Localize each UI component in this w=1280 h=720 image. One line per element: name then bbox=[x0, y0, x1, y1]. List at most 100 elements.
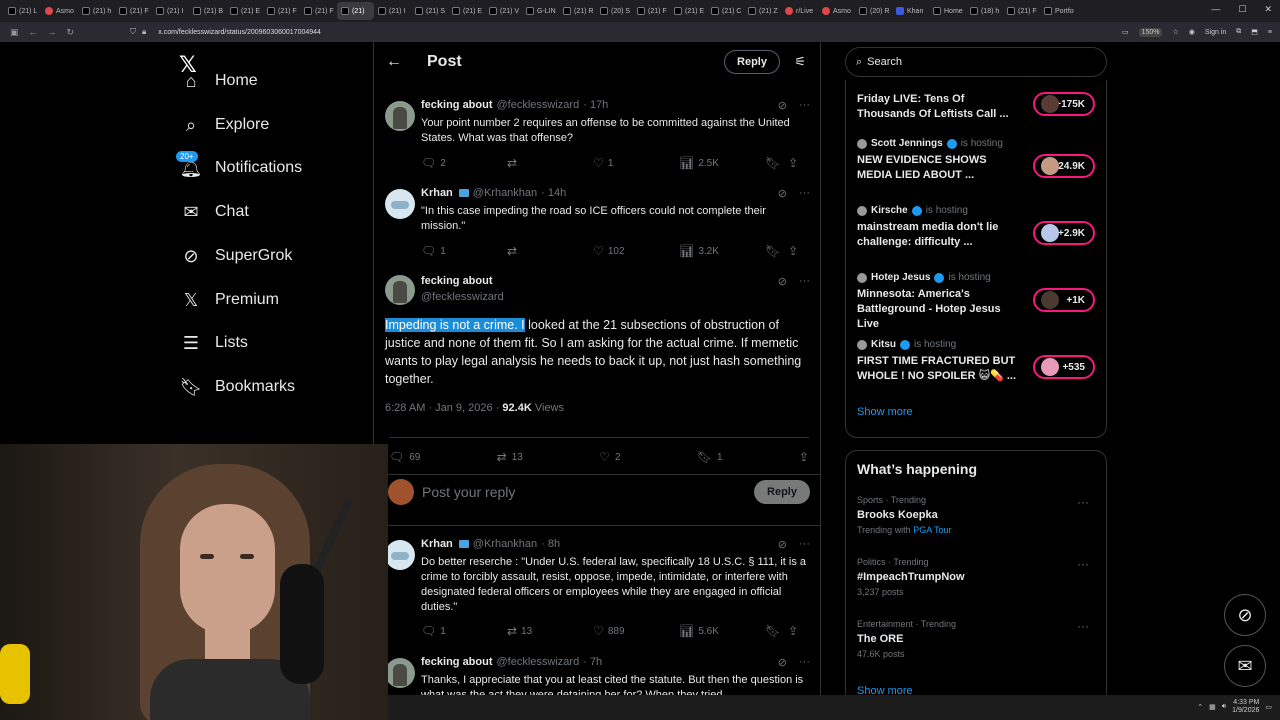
browser-tab[interactable]: (20) R bbox=[855, 2, 892, 20]
avatar[interactable] bbox=[385, 658, 415, 688]
bookmark-action[interactable]: 🔖︎ bbox=[765, 156, 788, 170]
sidebar-toggle-icon[interactable]: ▣ bbox=[10, 27, 19, 38]
views-action[interactable]: 📊︎ 5.6K bbox=[679, 624, 765, 638]
notification-icon[interactable]: ▭ bbox=[1265, 703, 1272, 711]
browser-tab[interactable]: (21) I bbox=[374, 2, 411, 20]
url-field[interactable]: x.com/fecklesswizard/status/200960306001… bbox=[158, 29, 321, 36]
trend-item[interactable]: Sports · Trending Brooks Koepka Trending w… bbox=[857, 495, 1097, 535]
tweet-timestamp[interactable]: 6:28 AM · Jan 9, 2026 · bbox=[385, 402, 502, 414]
more-icon[interactable]: ··· bbox=[1077, 619, 1089, 633]
share-action[interactable]: ⇪ bbox=[799, 438, 809, 464]
reply-action[interactable]: 🗨︎ 2 bbox=[421, 156, 507, 170]
repost-action[interactable]: ⇄ 13 bbox=[507, 624, 593, 638]
browser-tab[interactable]: (21) E bbox=[670, 2, 707, 20]
listener-count-pill[interactable]: +1K bbox=[1033, 288, 1095, 312]
host-name[interactable]: Scott Jennings bbox=[871, 138, 943, 149]
tweet-time[interactable]: · 17h bbox=[583, 99, 608, 111]
browser-tab[interactable]: (21) V bbox=[485, 2, 522, 20]
listener-count-pill[interactable]: +535 bbox=[1033, 355, 1095, 379]
search-box[interactable]: ⌕ Search bbox=[845, 47, 1107, 77]
more-icon[interactable]: ··· bbox=[799, 99, 810, 112]
search-input[interactable]: Search bbox=[867, 56, 902, 68]
bookmark-action[interactable]: 🔖︎ bbox=[765, 244, 788, 258]
browser-tab[interactable]: (21) F bbox=[115, 2, 152, 20]
bookmark-action[interactable]: 🔖︎ 1 bbox=[697, 438, 723, 464]
nav-item-supergrok[interactable]: ⊘ SuperGrok bbox=[180, 241, 292, 271]
show-more-link[interactable]: Show more bbox=[857, 406, 913, 418]
zoom-level[interactable]: 150% bbox=[1138, 27, 1163, 37]
listener-count-pill[interactable]: +24.9K bbox=[1033, 154, 1095, 178]
more-icon[interactable]: ··· bbox=[1077, 557, 1089, 571]
reply-action[interactable]: 🗨︎ 1 bbox=[421, 624, 507, 638]
nav-item-lists[interactable]: ☰ Lists bbox=[180, 328, 248, 358]
live-space[interactable]: Kitsu is hosting FIRST TIME FRACTURED BUT … bbox=[857, 339, 1097, 384]
star-icon[interactable]: ☆ bbox=[1172, 28, 1178, 36]
messages-button[interactable]: ✉ bbox=[1224, 645, 1266, 687]
reload-icon[interactable]: ↻ bbox=[67, 27, 75, 38]
listener-count-pill[interactable]: +2.9K bbox=[1033, 221, 1095, 245]
author-name[interactable]: fecking about bbox=[421, 275, 493, 287]
browser-tab[interactable]: (21) S bbox=[411, 2, 448, 20]
sign-in-link[interactable]: Sign in bbox=[1205, 29, 1226, 36]
live-space[interactable]: Scott Jennings is hosting NEW EVIDENCE SHO… bbox=[857, 138, 1097, 183]
browser-tab[interactable]: (21) Z bbox=[744, 2, 781, 20]
author-handle[interactable]: @fecklesswizard bbox=[497, 656, 580, 668]
browser-tab[interactable]: (21) F bbox=[263, 2, 300, 20]
nav-item-home[interactable]: ⌂ Home bbox=[180, 66, 258, 96]
browser-tab[interactable]: (18) h bbox=[966, 2, 1003, 20]
nav-item-chat[interactable]: ✉ Chat bbox=[180, 197, 248, 227]
space-title[interactable]: Minnesota: America's Battleground - Hote… bbox=[857, 287, 1022, 332]
space-title[interactable]: FIRST TIME FRACTURED BUT WHOLE ! NO SPOI… bbox=[857, 354, 1022, 384]
bookmark-action[interactable]: 🔖︎ bbox=[765, 624, 788, 638]
more-icon[interactable]: ··· bbox=[799, 187, 810, 200]
shield-icon[interactable]: ⛉ bbox=[130, 27, 136, 37]
browser-tab[interactable]: Portfo bbox=[1040, 2, 1077, 20]
grok-icon[interactable]: ⊘ bbox=[778, 538, 787, 551]
like-action[interactable]: ♡ 102 bbox=[593, 244, 679, 258]
browser-tab[interactable]: (21) E bbox=[226, 2, 263, 20]
account-icon[interactable]: ◉ bbox=[1189, 28, 1195, 36]
browser-tab[interactable]: (21) I bbox=[152, 2, 189, 20]
more-icon[interactable]: ··· bbox=[799, 656, 810, 669]
like-action[interactable]: ♡ 2 bbox=[599, 438, 620, 464]
share-action[interactable]: ⇪ bbox=[788, 156, 811, 170]
close-icon[interactable]: ✕ bbox=[1264, 4, 1272, 15]
like-action[interactable]: ♡ 1 bbox=[593, 156, 679, 170]
tweet-time[interactable]: · 7h bbox=[583, 656, 602, 668]
trend-item[interactable]: Entertainment · Trending The ORE 47.6K pos… bbox=[857, 619, 1097, 659]
grok-icon[interactable]: ⊘ bbox=[778, 187, 787, 200]
header-reply-button[interactable]: Reply bbox=[724, 50, 780, 74]
browser-tab[interactable]: Asmo bbox=[818, 2, 855, 20]
browser-tab[interactable]: (21) E bbox=[448, 2, 485, 20]
repost-action[interactable]: ⇄ 13 bbox=[497, 438, 523, 464]
trend-name[interactable]: Brooks Koepka bbox=[857, 509, 1097, 521]
trend-name[interactable]: #ImpeachTrumpNow bbox=[857, 571, 1097, 583]
space-title[interactable]: NEW EVIDENCE SHOWS MEDIA LIED ABOUT ... bbox=[857, 153, 1022, 183]
minimize-icon[interactable]: — bbox=[1211, 4, 1220, 15]
forward-icon[interactable]: → bbox=[48, 27, 57, 38]
author-name[interactable]: Krhan bbox=[421, 187, 453, 199]
browser-tab[interactable]: G-LIN bbox=[522, 2, 559, 20]
nav-item-explore[interactable]: ⌕ Explore bbox=[180, 110, 269, 140]
nav-item-bookmarks[interactable]: 🔖︎ Bookmarks bbox=[180, 372, 295, 402]
views-action[interactable]: 📊︎ 3.2K bbox=[679, 244, 765, 258]
author-handle[interactable]: @Krhankhan bbox=[473, 187, 537, 199]
avatar[interactable] bbox=[385, 189, 415, 219]
vpn-icon[interactable]: ⬒ bbox=[1251, 28, 1258, 36]
host-name[interactable]: Kirsche bbox=[871, 205, 908, 216]
nav-item-notifications[interactable]: 🔔︎ 20+ Notifications bbox=[176, 151, 302, 183]
tray-up-icon[interactable]: ⌃ bbox=[1197, 703, 1203, 711]
live-space[interactable]: Kirsche is hosting mainstream media don't … bbox=[857, 205, 1097, 250]
browser-tab[interactable]: (21) B bbox=[189, 2, 226, 20]
author-name[interactable]: Krhan bbox=[421, 538, 453, 550]
browser-tab[interactable]: (21) L bbox=[4, 2, 41, 20]
network-icon[interactable]: ▦ bbox=[1209, 703, 1216, 711]
grok-button[interactable]: ⊘ bbox=[1224, 594, 1266, 636]
filter-icon[interactable]: ⚟ bbox=[794, 54, 806, 70]
back-arrow-icon[interactable]: ← bbox=[386, 53, 406, 71]
author-handle[interactable]: @Krhankhan bbox=[473, 538, 537, 550]
more-icon[interactable]: ··· bbox=[1077, 495, 1089, 509]
author-name[interactable]: fecking about bbox=[421, 656, 493, 668]
browser-tab[interactable]: (21) C bbox=[707, 2, 744, 20]
tweet-time[interactable]: · 8h bbox=[541, 538, 560, 550]
